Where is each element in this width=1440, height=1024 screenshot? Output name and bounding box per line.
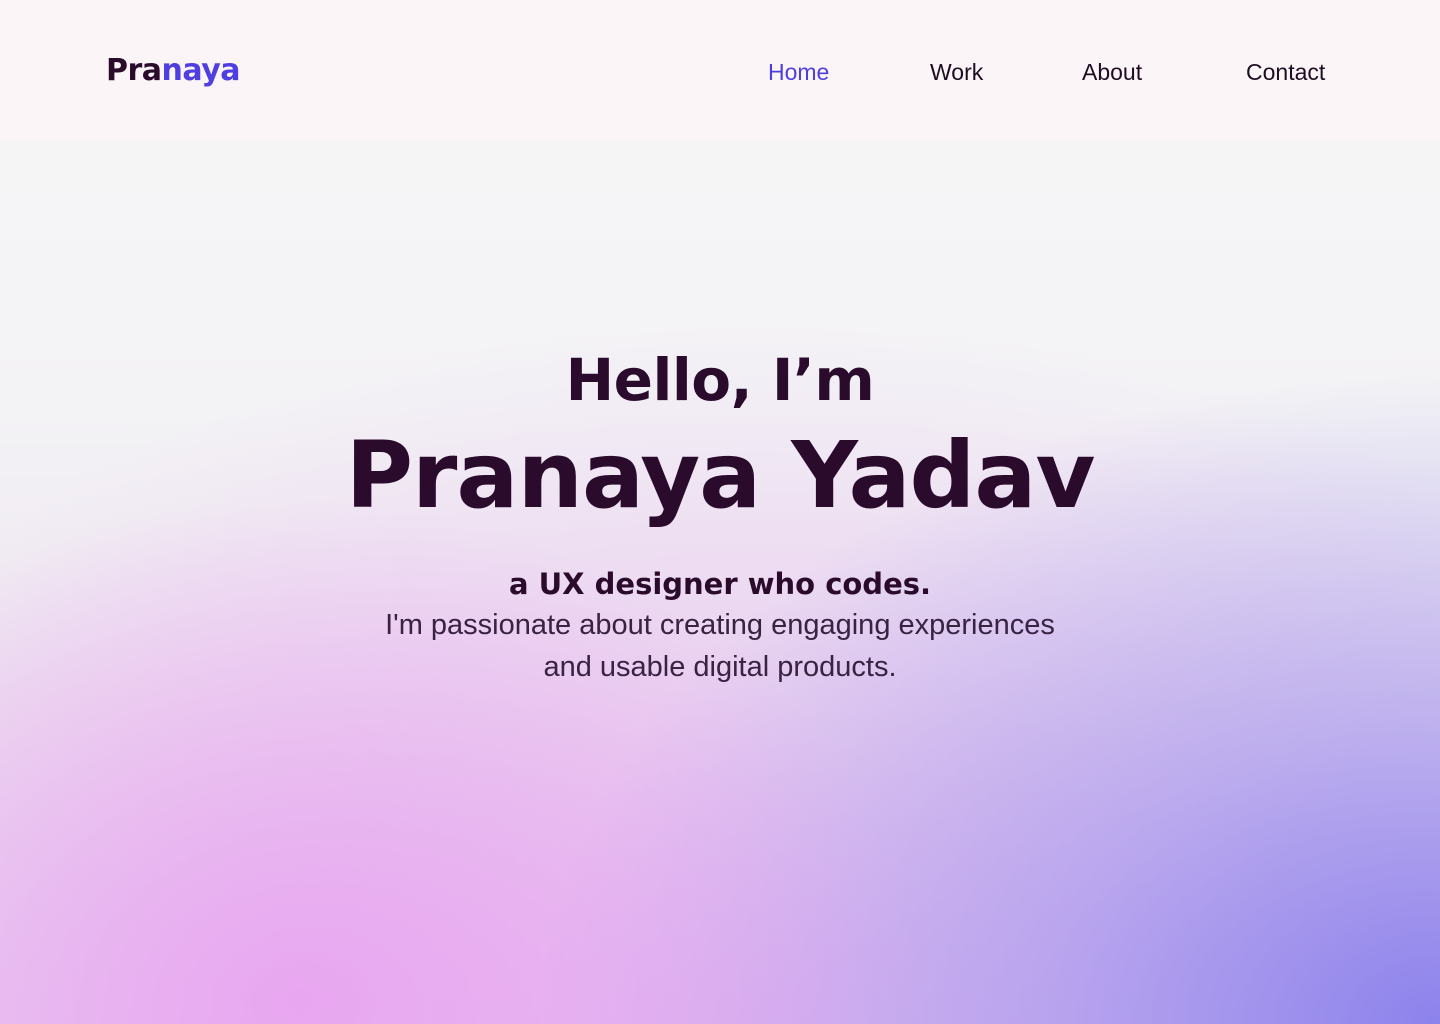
main-nav: Home Work About Contact (0, 56, 1440, 88)
hero-section: Hello, I’m Pranaya Yadav a UX designer w… (0, 340, 1440, 688)
hero-tagline: a UX designer who codes. (508, 567, 932, 601)
site-header: Pranaya Home Work About Contact (0, 0, 1440, 140)
hero-bio-line-2: and usable digital products. (543, 651, 897, 683)
hero-bio: I'm passionate about creating engaging e… (340, 604, 1100, 688)
nav-link-home[interactable]: Home (768, 56, 829, 88)
nav-link-contact[interactable]: Contact (1246, 56, 1325, 88)
nav-link-work[interactable]: Work (930, 56, 983, 88)
hero-greeting: Hello, I’m (565, 346, 875, 414)
hero-name: Pranaya Yadav (345, 422, 1096, 529)
hero-bio-line-1: I'm passionate about creating engaging e… (385, 609, 1055, 641)
nav-link-about[interactable]: About (1082, 56, 1142, 88)
